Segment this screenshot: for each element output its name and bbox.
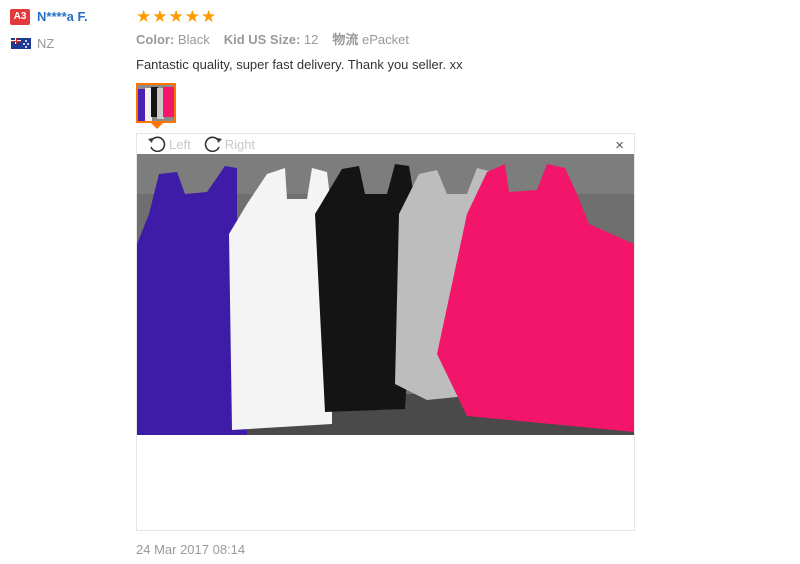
attribute-color: Color: Black: [136, 32, 210, 48]
star-rating: ★ ★ ★ ★ ★: [136, 8, 216, 26]
star-icon: ★: [184, 7, 200, 26]
attribute-key: Kid US Size:: [223, 32, 301, 47]
thumbnail-image: [138, 85, 174, 121]
attribute-value: Black: [177, 32, 210, 47]
star-icon: ★: [136, 7, 152, 26]
attribute-value: ePacket: [362, 32, 409, 47]
rotate-right-icon: [204, 136, 222, 153]
order-attributes: Color: Black Kid US Size: 12 物流 ePacket: [136, 32, 409, 48]
review-date: 24 Mar 2017 08:14: [136, 542, 246, 557]
new-zealand-flag-icon: [11, 38, 31, 49]
attribute-size: Kid US Size: 12: [224, 32, 319, 48]
review-photo: [137, 154, 634, 435]
attribute-value: 12: [303, 32, 319, 47]
rotate-right-label: Right: [224, 136, 256, 152]
star-icon: ★: [168, 7, 184, 26]
rotate-left-button[interactable]: Left: [147, 135, 191, 153]
buyer-country: NZ: [37, 36, 55, 51]
star-icon: ★: [152, 7, 168, 26]
attribute-logistics: 物流 ePacket: [332, 32, 409, 48]
viewer-toolbar: Left Right: [147, 134, 255, 154]
attribute-key: 物流: [332, 32, 359, 47]
feedback-text: Fantastic quality, super fast delivery. …: [136, 57, 463, 72]
buyer-name[interactable]: N****a F.: [37, 9, 88, 25]
thumbnail-active-caret: [151, 123, 163, 129]
rotate-left-icon: [148, 136, 166, 153]
review-photo-thumbnail[interactable]: [136, 83, 176, 123]
buyer-level-badge: A3: [10, 9, 30, 25]
review-image-viewer: Left Right ×: [136, 133, 635, 531]
star-icon: ★: [201, 7, 217, 26]
close-viewer-button[interactable]: ×: [615, 138, 624, 154]
rotate-left-label: Left: [169, 136, 191, 152]
rotate-right-button[interactable]: Right: [203, 135, 255, 153]
attribute-key: Color:: [136, 32, 175, 47]
